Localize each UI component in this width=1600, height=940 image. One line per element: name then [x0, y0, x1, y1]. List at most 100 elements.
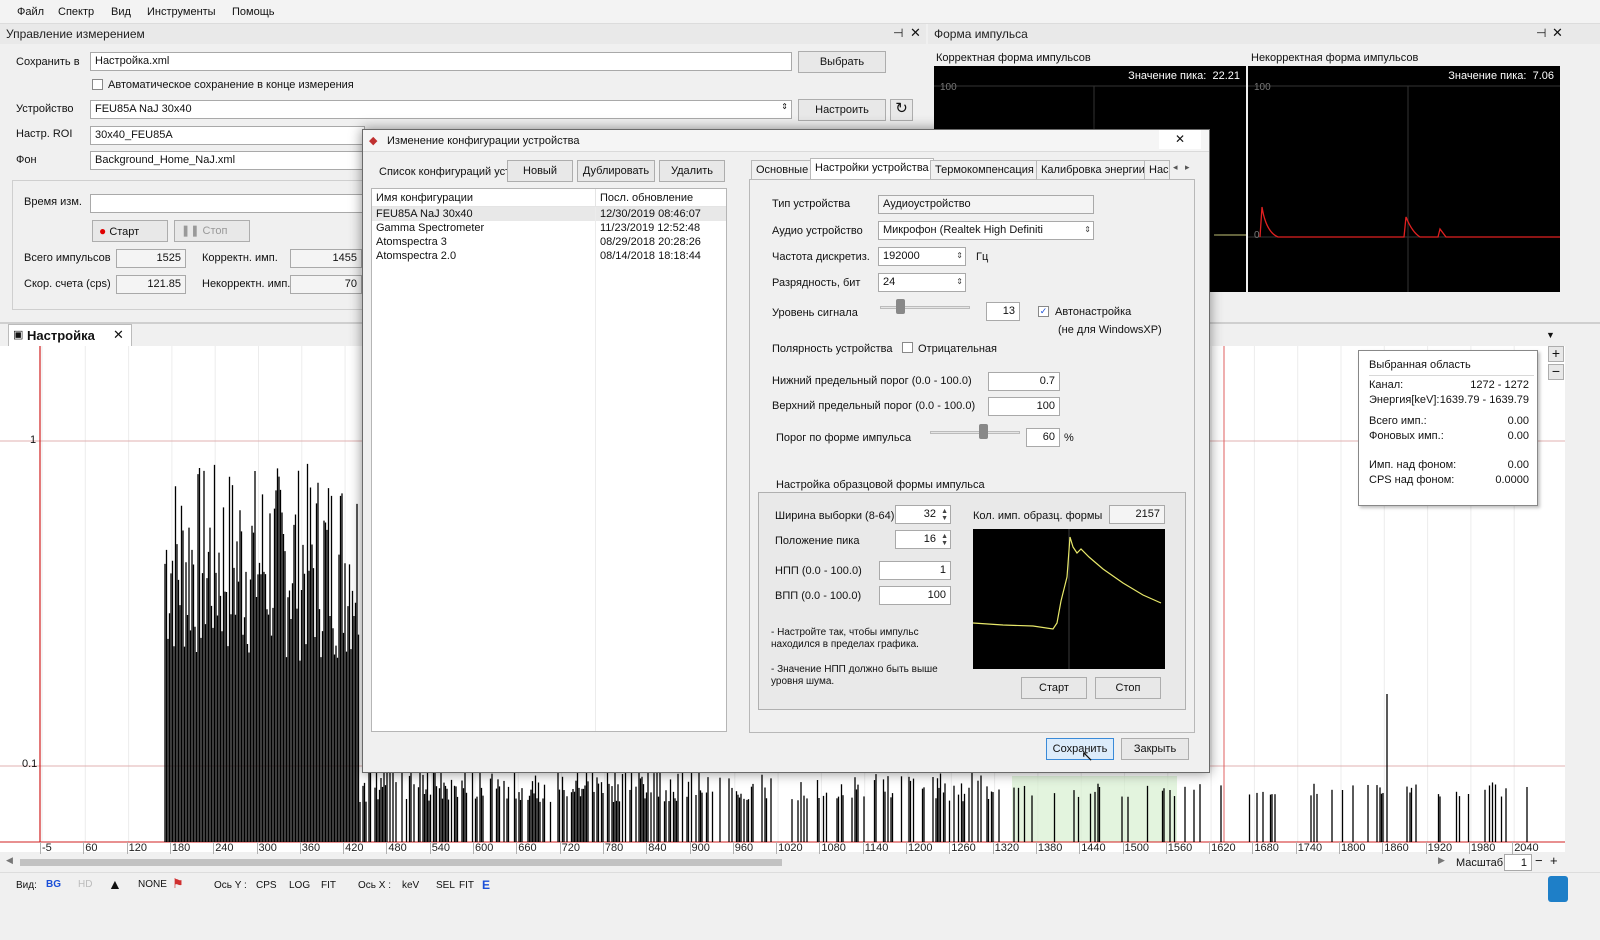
sample-start-button[interactable]: Старт — [1021, 677, 1087, 699]
correct-value: 1455 — [290, 249, 362, 268]
save-config-button[interactable]: Сохранить — [1046, 738, 1114, 760]
configure-button[interactable]: Настроить — [798, 99, 886, 121]
start-measurement-button[interactable]: ● Старт — [92, 220, 168, 242]
hd-toggle[interactable]: HD — [78, 879, 92, 890]
refresh-icon[interactable]: ↻ — [890, 99, 913, 121]
pin-icon[interactable]: ⊣ — [893, 26, 903, 40]
spectrum-fill-icon[interactable]: ▲ — [108, 876, 122, 892]
tab-close-icon[interactable]: ✕ — [113, 327, 124, 343]
zoom-in-icon[interactable]: + — [1548, 346, 1564, 362]
spinner-arrows-icon[interactable]: ▲ ▼ — [941, 533, 948, 547]
col-name-header[interactable]: Имя конфигурации — [376, 192, 473, 204]
audio-device-select[interactable]: Микрофон (Realtek High Definiti ⇕ — [878, 221, 1094, 240]
peak-position-spinner[interactable]: 16 ▲ ▼ — [895, 530, 951, 549]
signal-level-thumb[interactable] — [896, 299, 906, 314]
sample-stop-button[interactable]: Стоп — [1095, 677, 1161, 699]
x-tick-label: 540 — [431, 842, 451, 854]
save-path-field[interactable]: Настройка.xml — [90, 52, 792, 71]
tab-thermo[interactable]: Термокомпенсация — [930, 160, 1039, 180]
time-field[interactable] — [90, 194, 365, 213]
x-tick-label: 1740 — [1297, 842, 1323, 854]
negative-polarity-checkbox[interactable] — [902, 342, 913, 353]
background-select[interactable]: Background_Home_NaJ.xml — [90, 151, 365, 170]
list-item[interactable]: FEU85A NaJ 30x40 12/30/2019 08:46:07 — [372, 207, 726, 221]
scroll-right-icon[interactable]: ▶ — [1438, 855, 1445, 866]
energy-toggle[interactable]: E — [482, 878, 490, 892]
col-updated-header[interactable]: Посл. обновление — [600, 192, 693, 204]
sample-pulse-svg — [972, 529, 1162, 669]
fit-x-toggle[interactable]: FIT — [459, 880, 474, 891]
close-dialog-button[interactable]: Закрыть — [1121, 738, 1189, 760]
scale-plus-icon[interactable]: + — [1550, 853, 1558, 868]
high-threshold-field[interactable]: 100 — [988, 397, 1060, 416]
autosave-checkbox[interactable] — [92, 79, 103, 90]
spectrum-tab[interactable]: Настройка ▣ ✕ — [8, 324, 132, 346]
menu-spectrum[interactable]: Спектр — [58, 6, 94, 18]
log-toggle[interactable]: LOG — [289, 880, 310, 891]
zoom-out-icon[interactable]: − — [1548, 364, 1564, 380]
x-tick-mark — [299, 842, 301, 854]
close-icon[interactable]: ✕ — [910, 25, 921, 41]
menu-help[interactable]: Помощь — [232, 6, 275, 18]
x-tick-mark — [1122, 842, 1124, 854]
delete-config-button[interactable]: Удалить — [659, 160, 725, 182]
x-tick-mark — [1252, 842, 1254, 854]
choose-button[interactable]: Выбрать — [798, 51, 886, 73]
list-item[interactable]: Atomspectra 3 08/29/2018 20:28:26 — [372, 235, 726, 249]
tab-more[interactable]: Нас — [1144, 160, 1170, 180]
app-side-icon[interactable] — [1548, 876, 1568, 902]
bg-toggle[interactable]: BG — [46, 879, 61, 890]
tab-basic[interactable]: Основные — [751, 160, 814, 180]
list-item[interactable]: Atomspectra 2.0 08/14/2018 18:18:44 — [372, 249, 726, 263]
cps-toggle[interactable]: CPS — [256, 880, 277, 891]
spinner-arrows-icon[interactable]: ▲ ▼ — [941, 508, 948, 522]
shape-threshold-slider[interactable] — [930, 431, 1020, 434]
none-toggle[interactable]: NONE — [138, 879, 167, 890]
sample-pulse-graph — [972, 529, 1165, 669]
duplicate-config-button[interactable]: Дублировать — [577, 160, 655, 182]
tab-calibration[interactable]: Калибровка энергии — [1036, 160, 1150, 180]
shape-threshold-unit: % — [1064, 432, 1074, 444]
device-type-field[interactable]: Аудиоустройство — [878, 195, 1094, 214]
device-select[interactable]: FEU85A NaJ 30x40 ⇕ — [90, 100, 792, 119]
stop-measurement-button[interactable]: ❚❚ Стоп — [174, 220, 250, 242]
shape-threshold-thumb[interactable] — [978, 424, 988, 439]
x-tick-mark — [1468, 842, 1470, 854]
config-list[interactable]: Имя конфигурации Посл. обновление FEU85A… — [371, 188, 727, 732]
horizontal-scrollbar[interactable]: ◀ ▶ — [0, 855, 1450, 868]
flag-icon[interactable]: ⚑ — [172, 876, 184, 892]
sample-rate-select[interactable]: 192000 ⇕ — [878, 247, 966, 266]
roi-select[interactable]: 30x40_FEU85A — [90, 126, 365, 145]
npp-field[interactable]: 1 — [879, 561, 951, 580]
kev-toggle[interactable]: keV — [402, 880, 419, 891]
sample-width-spinner[interactable]: 32 ▲ ▼ — [895, 505, 951, 524]
menu-file[interactable]: Файл — [17, 6, 44, 18]
x-tick-label: 1920 — [1427, 842, 1453, 854]
sel-toggle[interactable]: SEL — [436, 880, 455, 891]
bit-depth-select[interactable]: 24 ⇕ — [878, 273, 966, 292]
scroll-left-icon[interactable]: ◀ — [6, 855, 13, 866]
auto-setup-checkbox[interactable]: ✓ — [1038, 306, 1049, 317]
scale-minus-icon[interactable]: − — [1535, 853, 1543, 868]
signal-level-field[interactable]: 13 — [986, 302, 1020, 321]
list-item[interactable]: Gamma Spectrometer 11/23/2019 12:52:48 — [372, 221, 726, 235]
tab-scroll-left-icon[interactable]: ◂ — [1173, 162, 1178, 173]
panel-dropdown-icon[interactable]: ▼ — [1546, 330, 1555, 340]
tab-scroll-right-icon[interactable]: ▸ — [1185, 162, 1190, 173]
fit-y-toggle[interactable]: FIT — [321, 880, 336, 891]
dialog-close-icon[interactable]: ✕ — [1159, 130, 1201, 149]
shape-threshold-field[interactable]: 60 — [1026, 428, 1060, 447]
tab-device-settings[interactable]: Настройки устройства — [810, 158, 934, 180]
config-list-header: Имя конфигурации Посл. обновление — [372, 189, 726, 207]
vpp-field[interactable]: 100 — [879, 586, 951, 605]
roi-cps-label: CPS над фоном: — [1369, 474, 1455, 486]
low-threshold-field[interactable]: 0.7 — [988, 372, 1060, 391]
scale-field[interactable]: 1 — [1504, 854, 1532, 871]
menu-view[interactable]: Вид — [111, 6, 131, 18]
menu-tools[interactable]: Инструменты — [147, 6, 216, 18]
new-config-button[interactable]: Новый — [507, 160, 573, 182]
signal-level-slider[interactable] — [880, 306, 970, 309]
x-tick-label: 1320 — [994, 842, 1020, 854]
scrollbar-thumb[interactable] — [20, 859, 782, 866]
correct-label: Корректн. имп. — [202, 252, 278, 264]
